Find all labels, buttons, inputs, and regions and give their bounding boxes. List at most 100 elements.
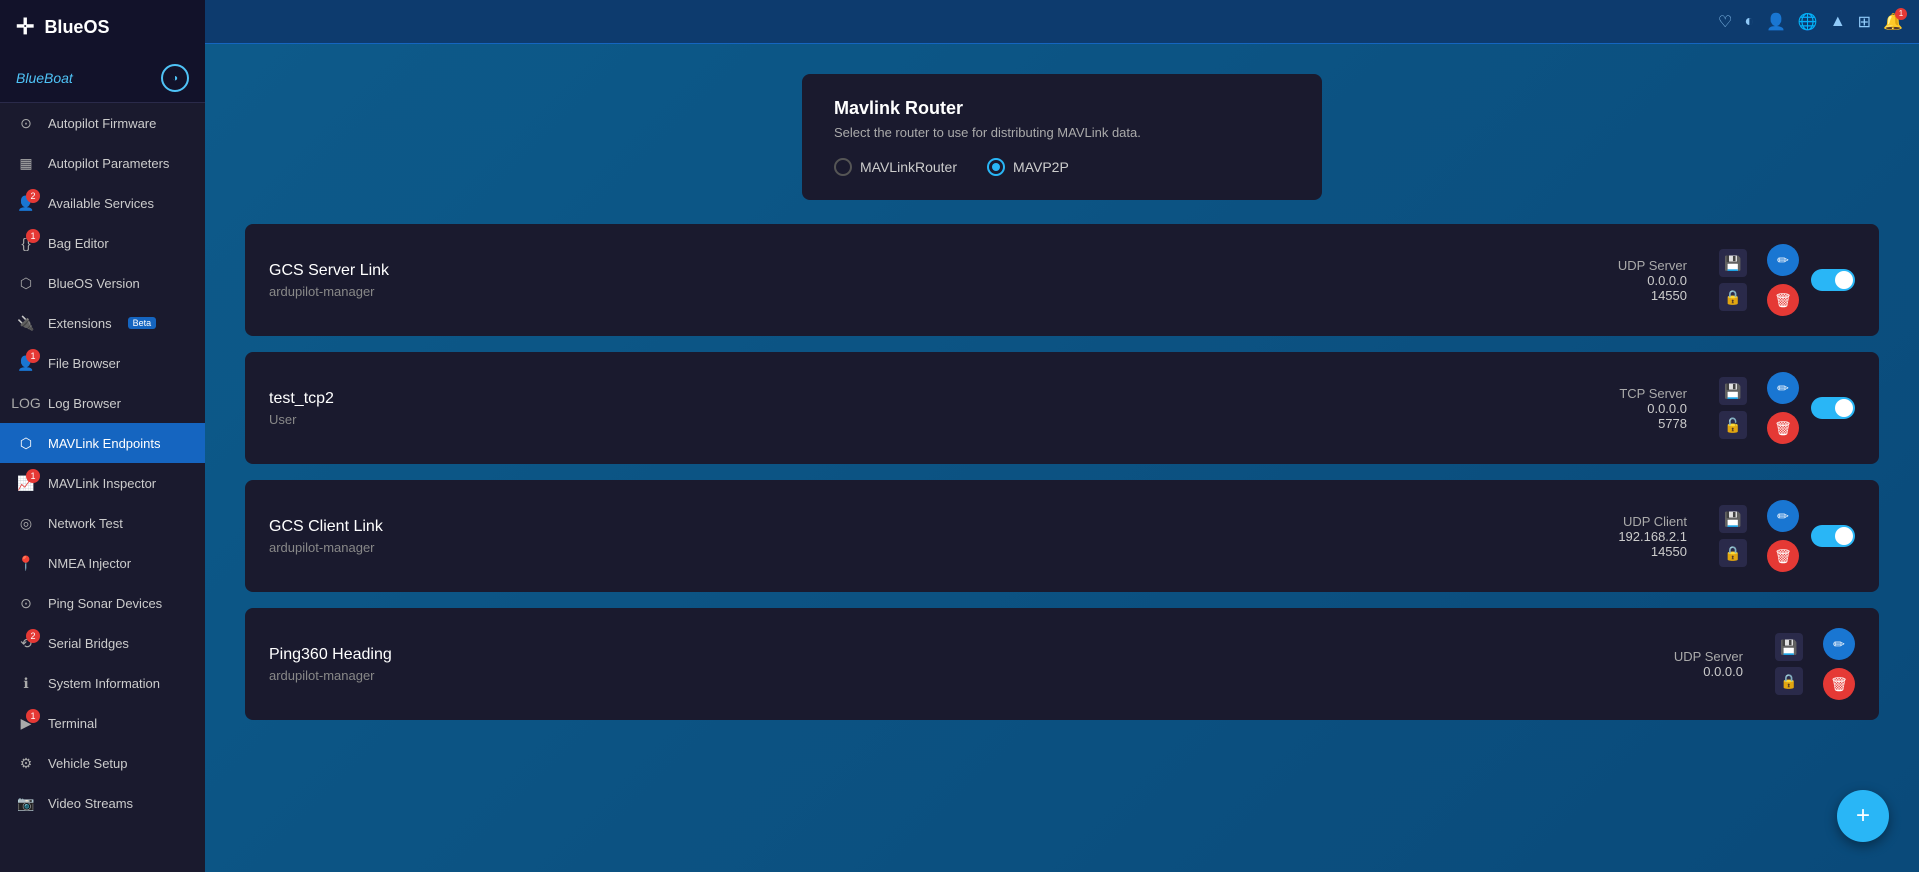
sidebar-item-extensions[interactable]: 🔌ExtensionsBeta [0,303,205,343]
endpoint-card-gcs-client-link: GCS Client Link ardupilot-manager UDP Cl… [245,480,1879,592]
sidebar-item-available-services[interactable]: 👤2Available Services [0,183,205,223]
sidebar-label-extensions: Extensions [48,316,112,331]
lock-btn-gcs-client-link[interactable]: 🔒 [1719,539,1747,567]
save-btn-gcs-client-link[interactable]: 💾 [1719,505,1747,533]
notification-badge: 1 [1895,8,1907,20]
sidebar-label-log-browser: Log Browser [48,396,121,411]
badge-file-browser: 1 [26,349,40,363]
save-btn-test-tcp2[interactable]: 💾 [1719,377,1747,405]
sidebar-item-network-test[interactable]: ◎ Network Test [0,503,205,543]
toggle-test-tcp2[interactable] [1811,397,1855,419]
badge-bag-editor: 1 [26,229,40,243]
action-btns-ping360-heading: ✏ 🗑 [1823,628,1855,700]
vehicle-selector[interactable]: BlueBoat ◑ [0,54,205,103]
sidebar-item-mavlink-endpoints[interactable]: ⬡ MAVLink Endpoints [0,423,205,463]
sidebar-item-file-browser[interactable]: 👤1File Browser [0,343,205,383]
lock-btn-test-tcp2[interactable]: 🔓 [1719,411,1747,439]
delete-btn-gcs-client-link[interactable]: 🗑 [1767,540,1799,572]
endpoint-ip-ping360-heading: 0.0.0.0 [1703,664,1743,679]
endpoint-icon-col-gcs-client-link: 💾 🔒 [1719,505,1747,567]
edit-btn-test-tcp2[interactable]: ✏ [1767,372,1799,404]
vehicle-icon: ◑ [161,64,189,92]
endpoint-icon-col-test-tcp2: 💾 🔓 [1719,377,1747,439]
sidebar-item-autopilot-firmware[interactable]: ⊙Autopilot Firmware [0,103,205,143]
user-icon[interactable]: 👤 [1766,12,1786,32]
radio-label-mavp2p: MAVP2P [1013,159,1069,175]
delete-btn-ping360-heading[interactable]: 🗑 [1823,668,1855,700]
globe-icon[interactable]: 🌐 [1798,12,1818,32]
edit-btn-gcs-client-link[interactable]: ✏ [1767,500,1799,532]
vehicle-setup-icon: ⚙ [16,753,36,773]
lock-btn-gcs-server-link[interactable]: 🔒 [1719,283,1747,311]
topbar: ♡ ◐ 👤 🌐 ▲ ⊞ 🔔 1 [205,0,1919,44]
sidebar-label-system-information: System Information [48,676,160,691]
endpoint-ip-gcs-server-link: 0.0.0.0 [1647,273,1687,288]
extensions-icon: 🔌 [16,313,36,333]
mavlink-endpoints-icon: ⬡ [16,433,36,453]
sidebar-label-network-test: Network Test [48,516,123,531]
log-browser-icon: LOG [16,393,36,413]
sidebar-item-autopilot-parameters[interactable]: ▦Autopilot Parameters [0,143,205,183]
edit-btn-gcs-server-link[interactable]: ✏ [1767,244,1799,276]
heart-icon[interactable]: ♡ [1718,12,1732,32]
sidebar-label-blueos-version: BlueOS Version [48,276,140,291]
sidebar-label-file-browser: File Browser [48,356,120,371]
endpoint-icon-col-ping360-heading: 💾 🔒 [1775,633,1803,695]
network-test-icon: ◎ [16,513,36,533]
toggle-gcs-server-link[interactable] [1811,269,1855,291]
toggle-gcs-client-link[interactable] [1811,525,1855,547]
ping-sonar-devices-icon: ⊙ [16,593,36,613]
action-btns-gcs-client-link: ✏ 🗑 [1767,500,1799,572]
radio-mavlinkrouter[interactable]: MAVLinkRouter [834,158,957,176]
radio-mavp2p[interactable]: MAVP2P [987,158,1069,176]
grid-icon[interactable]: ⊞ [1858,12,1871,32]
sidebar-item-blueos-version[interactable]: ⬡BlueOS Version [0,263,205,303]
endpoint-right-test-tcp2: ✏ 🗑 [1767,372,1855,444]
sidebar-item-mavlink-inspector[interactable]: 📈1MAVLink Inspector [0,463,205,503]
delete-btn-gcs-server-link[interactable]: 🗑 [1767,284,1799,316]
endpoint-details-gcs-client-link: UDP Client 192.168.2.1 14550 [1618,514,1687,559]
moon-icon[interactable]: ◐ [1744,13,1754,31]
badge-available-services: 2 [26,189,40,203]
endpoint-owner-gcs-client-link: ardupilot-manager [269,540,1598,555]
sidebar: ✛ BlueOS BlueBoat ◑ ⊙Autopilot Firmware▦… [0,0,205,872]
endpoint-info-gcs-client-link: GCS Client Link ardupilot-manager [269,518,1598,555]
nmea-injector-icon: 📍 [16,553,36,573]
action-btns-test-tcp2: ✏ 🗑 [1767,372,1799,444]
notification-icon[interactable]: 🔔 1 [1883,12,1903,32]
endpoint-details-test-tcp2: TCP Server 0.0.0.0 5778 [1619,386,1687,431]
save-btn-gcs-server-link[interactable]: 💾 [1719,249,1747,277]
sidebar-item-log-browser[interactable]: LOG Log Browser [0,383,205,423]
video-streams-icon: 📷 [16,793,36,813]
save-btn-ping360-heading[interactable]: 💾 [1775,633,1803,661]
router-title: Mavlink Router [834,98,1290,119]
endpoint-right-ping360-heading: ✏ 🗑 [1823,628,1855,700]
sidebar-item-vehicle-setup[interactable]: ⚙ Vehicle Setup [0,743,205,783]
sidebar-item-bag-editor[interactable]: {}1Bag Editor [0,223,205,263]
endpoint-list: GCS Server Link ardupilot-manager UDP Se… [245,224,1879,720]
logo-text: BlueOS [44,17,109,38]
edit-btn-ping360-heading[interactable]: ✏ [1823,628,1855,660]
sidebar-item-serial-bridges[interactable]: ⟲2Serial Bridges [0,623,205,663]
main-content: ♡ ◐ 👤 🌐 ▲ ⊞ 🔔 1 Mavlink Router Select th… [205,0,1919,872]
delete-btn-test-tcp2[interactable]: 🗑 [1767,412,1799,444]
endpoint-ip-gcs-client-link: 192.168.2.1 [1618,529,1687,544]
wifi-icon[interactable]: ▲ [1830,13,1846,31]
sidebar-item-nmea-injector[interactable]: 📍NMEA Injector [0,543,205,583]
sidebar-item-ping-sonar-devices[interactable]: ⊙Ping Sonar Devices [0,583,205,623]
endpoint-name-gcs-client-link: GCS Client Link [269,518,1598,536]
endpoint-owner-ping360-heading: ardupilot-manager [269,668,1654,683]
sidebar-label-serial-bridges: Serial Bridges [48,636,129,651]
sidebar-item-terminal[interactable]: ▶1Terminal [0,703,205,743]
endpoint-details-gcs-server-link: UDP Server 0.0.0.0 14550 [1618,258,1687,303]
logo-icon: ✛ [16,14,34,40]
add-endpoint-fab[interactable]: + [1837,790,1889,842]
router-card: Mavlink Router Select the router to use … [802,74,1322,200]
autopilot-parameters-icon: ▦ [16,153,36,173]
lock-btn-ping360-heading[interactable]: 🔒 [1775,667,1803,695]
sidebar-label-mavlink-endpoints: MAVLink Endpoints [48,436,161,451]
sidebar-item-system-information[interactable]: ℹSystem Information [0,663,205,703]
sidebar-label-vehicle-setup: Vehicle Setup [48,756,128,771]
endpoint-right-gcs-server-link: ✏ 🗑 [1767,244,1855,316]
sidebar-item-video-streams[interactable]: 📷Video Streams [0,783,205,823]
